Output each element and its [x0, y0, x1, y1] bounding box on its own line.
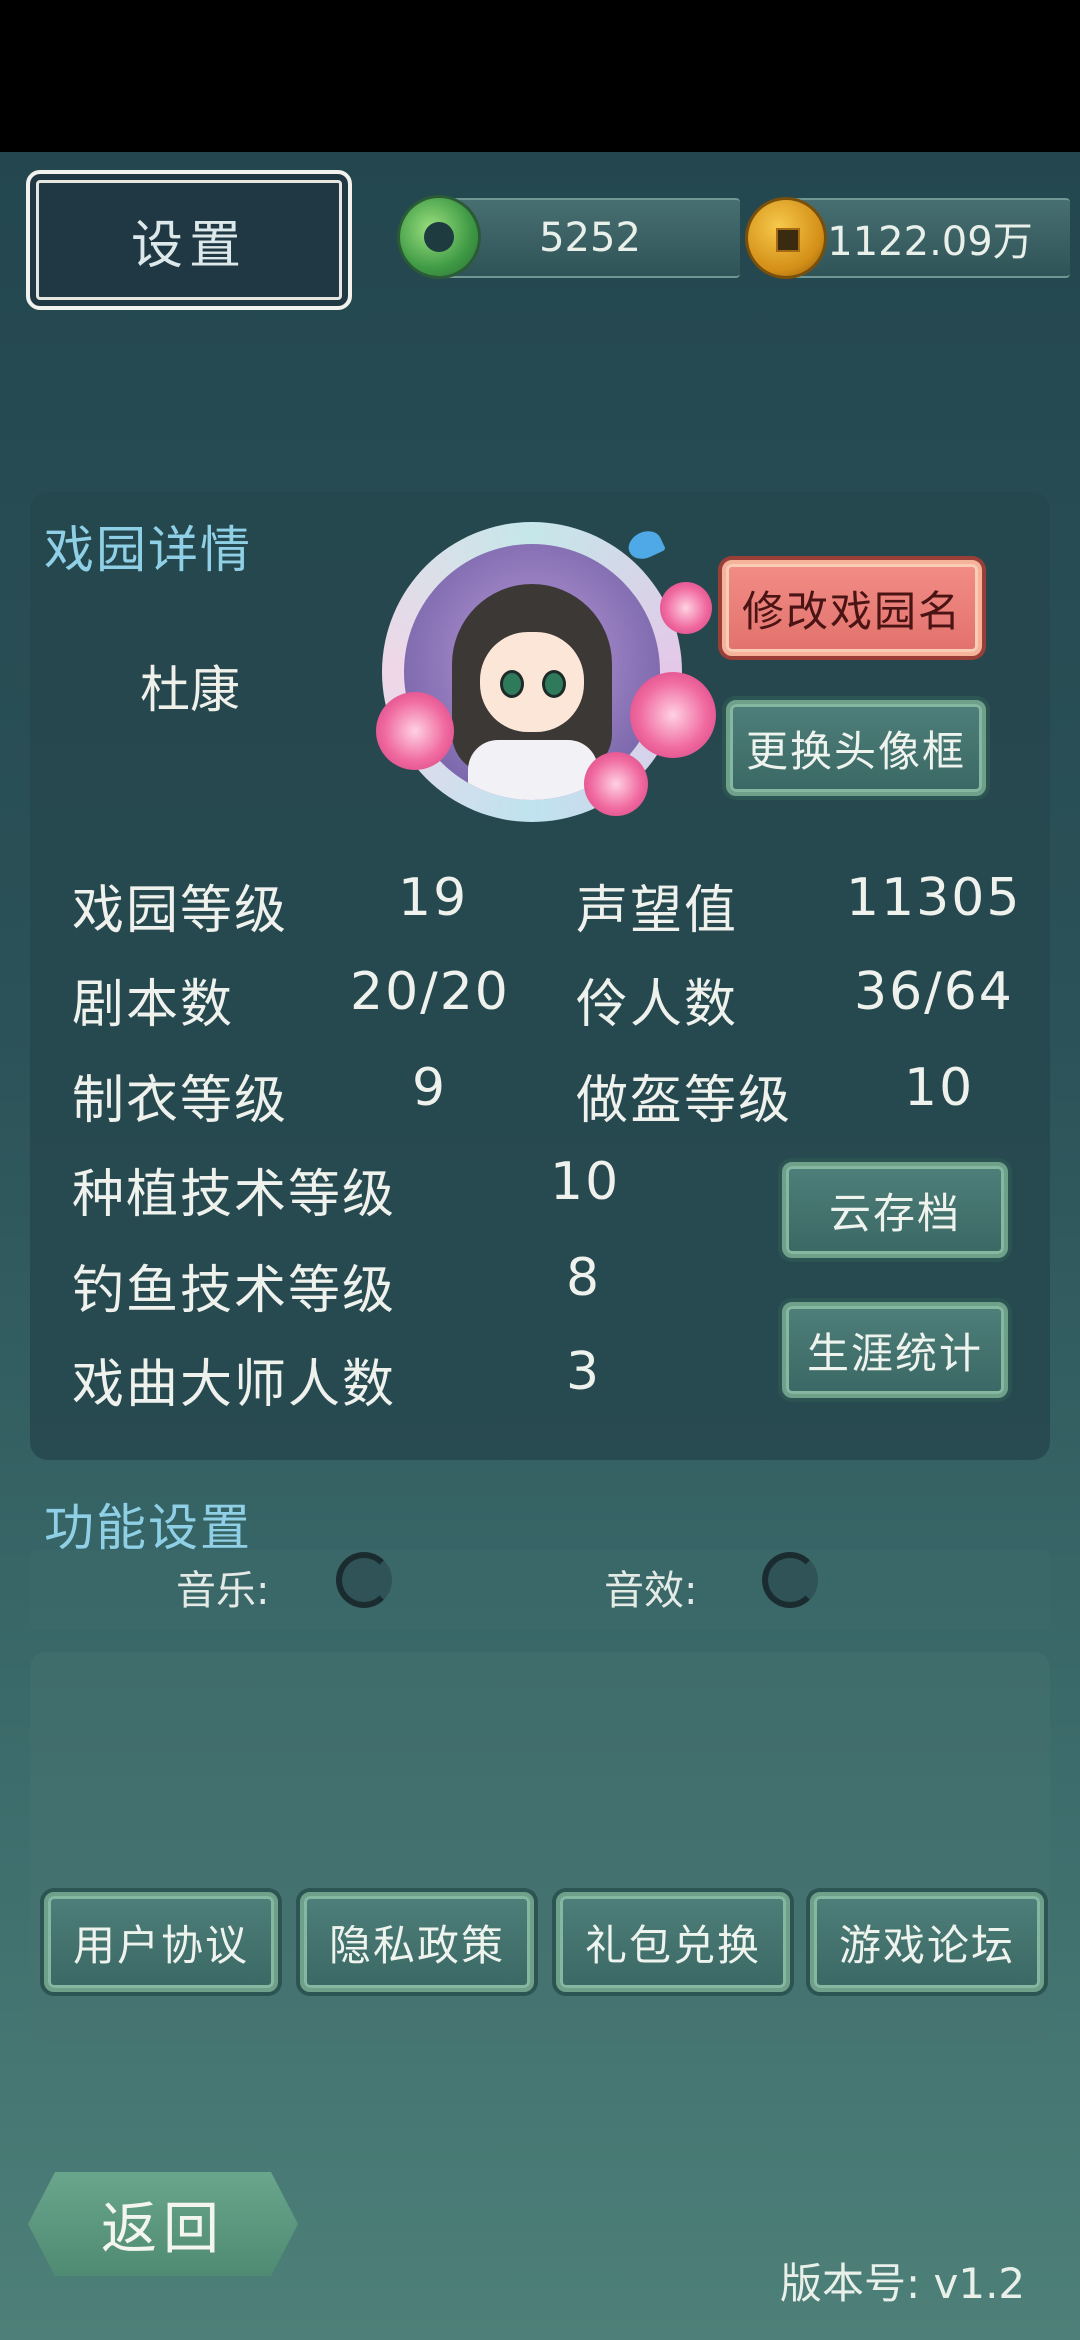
stat-label: 伶人数 [576, 975, 739, 1035]
blossom-decoration [584, 752, 648, 816]
jade-currency-icon [400, 198, 478, 276]
blossom-decoration [630, 672, 716, 758]
stat-value: 8 [566, 1248, 602, 1308]
page-title: 设置 [26, 170, 352, 310]
stat-label: 钓鱼技术等级 [72, 1261, 397, 1321]
jade-amount: 5252 [440, 198, 740, 278]
stat-value: 10 [550, 1152, 621, 1212]
stat-label: 剧本数 [72, 975, 235, 1035]
stat-label: 声望值 [576, 881, 739, 941]
gift-redeem-button[interactable]: 礼包兑换 [556, 1892, 790, 1992]
stat-value: 3 [566, 1342, 602, 1402]
stat-value: 36/64 [854, 962, 1014, 1022]
avatar-robe [468, 740, 598, 800]
version-label: 版本号: v1.2 [780, 2259, 1026, 2308]
stat-value: 11305 [846, 868, 1022, 928]
avatar-right-eye [542, 670, 566, 698]
career-stats-button[interactable]: 生涯统计 [782, 1302, 1008, 1398]
sfx-toggle[interactable] [762, 1552, 818, 1608]
stat-value: 20/20 [350, 962, 510, 1022]
cloud-save-button[interactable]: 云存档 [782, 1162, 1008, 1258]
back-button[interactable]: 返回 [28, 2172, 298, 2276]
stat-label: 制衣等级 [72, 1071, 289, 1131]
game-forum-button[interactable]: 游戏论坛 [810, 1892, 1044, 1992]
coin-amount: 1122.09万 [790, 198, 1070, 278]
change-avatar-frame-button[interactable]: 更换头像框 [726, 700, 986, 796]
stat-label: 戏曲大师人数 [72, 1355, 397, 1415]
stat-value: 19 [398, 868, 469, 928]
stat-value: 9 [412, 1058, 448, 1118]
privacy-policy-button[interactable]: 隐私政策 [300, 1892, 534, 1992]
details-section-title: 戏园详情 [44, 521, 252, 579]
garden-name: 杜康 [140, 661, 240, 719]
user-agreement-button[interactable]: 用户协议 [44, 1892, 278, 1992]
avatar-left-eye [500, 670, 524, 698]
stat-label: 种植技术等级 [72, 1165, 397, 1225]
blossom-decoration [660, 582, 712, 634]
settings-screen: 设置 5252 1122.09万 戏园详情 杜康 修改戏园名 更换头像框 戏园等… [0, 152, 1080, 2340]
stat-value: 10 [904, 1058, 975, 1118]
music-label: 音乐: [176, 1568, 270, 1614]
avatar-face [480, 632, 584, 732]
stat-label: 做盔等级 [576, 1071, 793, 1131]
rename-garden-button[interactable]: 修改戏园名 [722, 560, 982, 656]
sfx-label: 音效: [604, 1568, 698, 1614]
copper-coin-icon [748, 200, 824, 276]
blossom-decoration [376, 692, 454, 770]
stat-label: 戏园等级 [72, 881, 289, 941]
music-toggle[interactable] [336, 1552, 392, 1608]
